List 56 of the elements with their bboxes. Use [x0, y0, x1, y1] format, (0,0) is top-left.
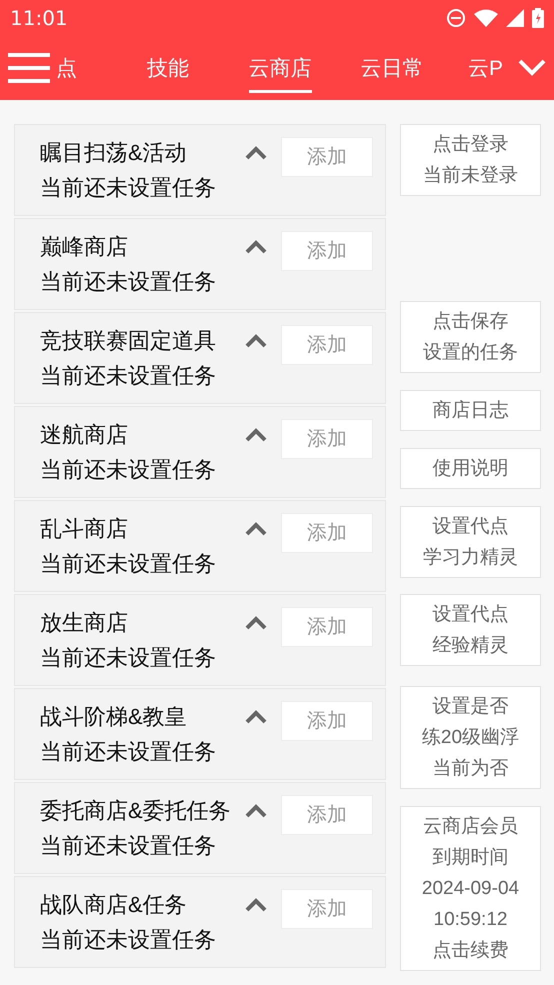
tab[interactable]: 云P — [448, 36, 510, 100]
side-button[interactable]: 设置是否 练20级幽浮 当前为否 — [400, 686, 541, 789]
task-status: 当前还未设置任务 — [40, 456, 217, 484]
chevron-down-icon — [518, 59, 546, 77]
task-status: 当前还未设置任务 — [40, 926, 217, 954]
task-status: 当前还未设置任务 — [40, 832, 217, 860]
tab[interactable]: 技能 — [112, 36, 224, 100]
side-button[interactable]: 设置代点 学习力精灵 — [400, 506, 541, 578]
task-status: 当前还未设置任务 — [40, 362, 217, 390]
add-button[interactable]: 添加 — [281, 325, 373, 365]
tab[interactable]: 云日常 — [336, 36, 448, 100]
task-title: 瞩目扫荡&活动 — [40, 139, 187, 167]
status-time: 11:01 — [10, 5, 68, 32]
chevron-up-icon[interactable] — [245, 804, 267, 818]
tab[interactable]: 云商店 — [224, 36, 336, 100]
task-title: 委托商店&委托任务 — [40, 797, 231, 825]
add-button[interactable]: 添加 — [281, 607, 373, 647]
add-button[interactable]: 添加 — [281, 701, 373, 741]
task-status: 当前还未设置任务 — [40, 644, 217, 672]
task-status: 当前还未设置任务 — [40, 174, 217, 202]
side-button[interactable]: 点击登录 当前未登录 — [400, 124, 541, 196]
add-button[interactable]: 添加 — [281, 419, 373, 459]
chevron-up-icon[interactable] — [245, 428, 267, 442]
chevron-up-icon[interactable] — [245, 522, 267, 536]
side-button[interactable]: 使用说明 — [400, 448, 541, 489]
chevron-up-icon[interactable] — [245, 616, 267, 630]
battery-icon — [532, 8, 544, 28]
task-title: 竞技联赛固定道具 — [40, 327, 216, 355]
chevron-up-icon[interactable] — [245, 146, 267, 160]
chevron-up-icon[interactable] — [245, 334, 267, 348]
task-title: 迷航商店 — [40, 421, 128, 449]
add-button[interactable]: 添加 — [281, 231, 373, 271]
signal-icon — [506, 9, 524, 27]
wifi-icon — [474, 9, 498, 27]
chevron-up-icon[interactable] — [245, 240, 267, 254]
task-status: 当前还未设置任务 — [40, 268, 217, 296]
menu-icon — [8, 53, 50, 83]
side-button[interactable]: 点击保存 设置的任务 — [400, 301, 541, 373]
task-title: 战斗阶梯&教皇 — [40, 703, 187, 731]
side-button[interactable]: 云商店会员 到期时间 2024-09-04 10:59:12 点击续费 — [400, 806, 541, 971]
task-title: 巅峰商店 — [40, 233, 128, 261]
chevron-up-icon[interactable] — [245, 710, 267, 724]
add-button[interactable]: 添加 — [281, 795, 373, 835]
tab[interactable]: 点 — [56, 36, 112, 100]
add-button[interactable]: 添加 — [281, 137, 373, 177]
add-button[interactable]: 添加 — [281, 513, 373, 553]
task-status: 当前还未设置任务 — [40, 550, 217, 578]
task-title: 放生商店 — [40, 609, 128, 637]
add-button[interactable]: 添加 — [281, 889, 373, 929]
task-title: 战队商店&任务 — [40, 891, 187, 919]
task-title: 乱斗商店 — [40, 515, 128, 543]
side-button[interactable]: 设置代点 经验精灵 — [400, 594, 541, 666]
side-button[interactable]: 商店日志 — [400, 390, 541, 431]
do-not-disturb-icon — [446, 8, 466, 28]
chevron-up-icon[interactable] — [245, 898, 267, 912]
task-status: 当前还未设置任务 — [40, 738, 217, 766]
